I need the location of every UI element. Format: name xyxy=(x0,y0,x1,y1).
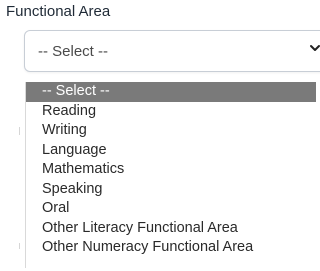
option-reading[interactable]: Reading xyxy=(26,102,316,122)
option-select-placeholder[interactable]: -- Select -- xyxy=(26,82,316,102)
option-mathematics[interactable]: Mathematics xyxy=(26,160,316,180)
functional-area-form: Functional Area -- Select -- -- Select -… xyxy=(0,0,320,271)
functional-area-options-list[interactable]: -- Select -- Reading Writing Language Ma… xyxy=(25,82,316,268)
background-divider xyxy=(19,127,20,135)
chevron-down-icon xyxy=(309,42,320,54)
background-divider xyxy=(19,243,20,249)
option-language[interactable]: Language xyxy=(26,141,316,161)
functional-area-label: Functional Area xyxy=(6,3,111,20)
option-other-numeracy[interactable]: Other Numeracy Functional Area xyxy=(26,238,316,258)
option-oral[interactable]: Oral xyxy=(26,199,316,219)
functional-area-select[interactable]: -- Select -- xyxy=(24,30,320,72)
select-current-value: -- Select -- xyxy=(38,43,109,60)
option-writing[interactable]: Writing xyxy=(26,121,316,141)
option-speaking[interactable]: Speaking xyxy=(26,180,316,200)
option-other-literacy[interactable]: Other Literacy Functional Area xyxy=(26,219,316,239)
